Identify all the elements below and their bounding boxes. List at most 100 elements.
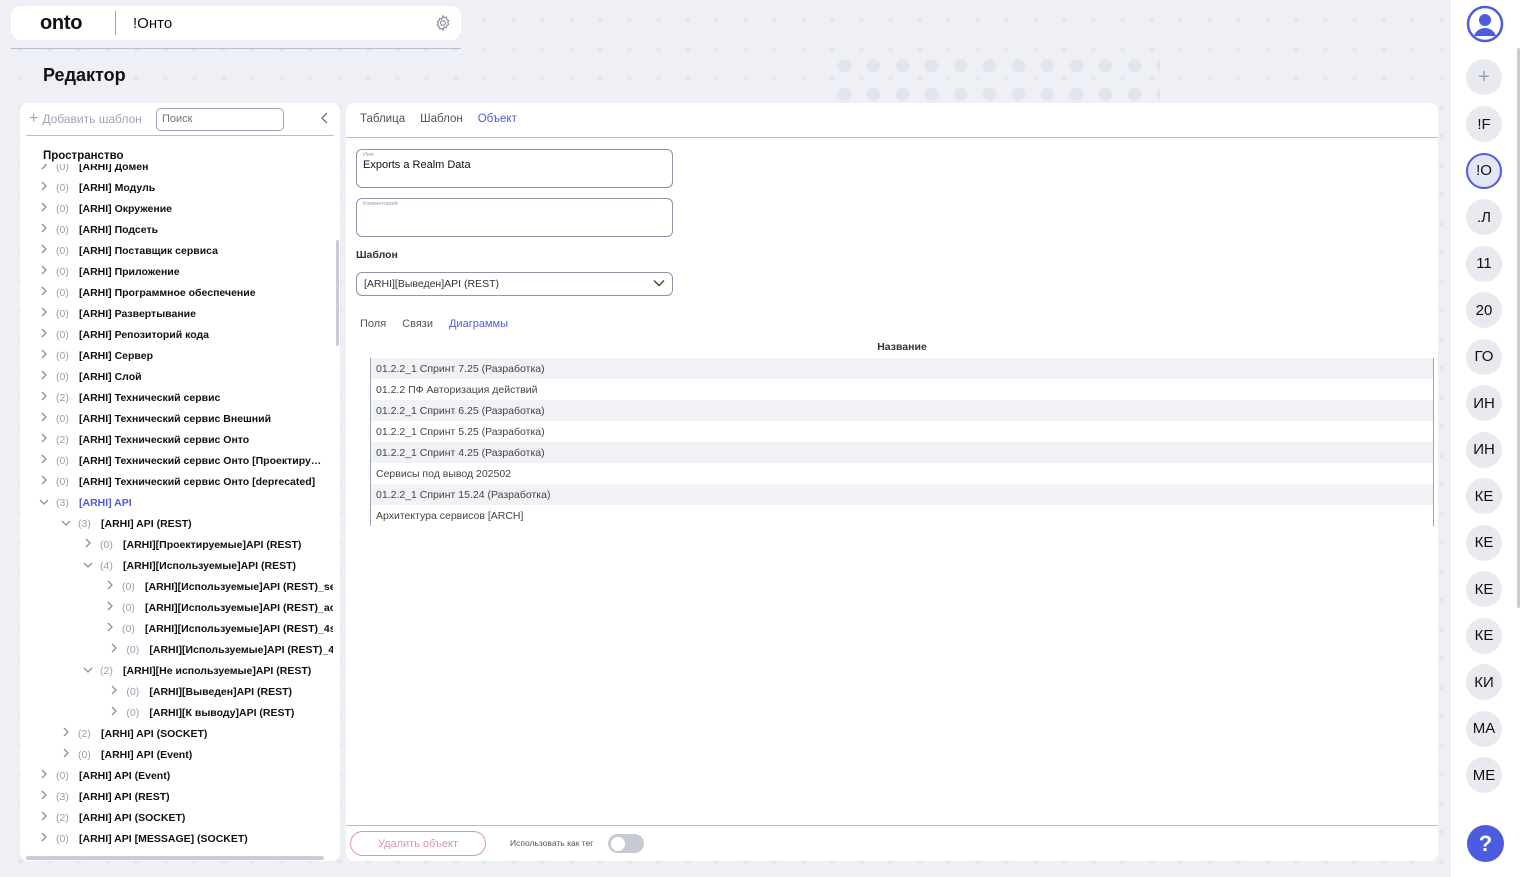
chevron-down-icon[interactable] <box>38 497 50 509</box>
chevron-right-icon[interactable] <box>38 475 50 488</box>
tree-item[interactable]: (2) [ARHI] Технический сервис <box>38 387 220 408</box>
chevron-right-icon[interactable] <box>108 706 120 719</box>
chevron-right-icon[interactable] <box>38 223 50 236</box>
table-row[interactable]: 01.2.2_1 Спринт 4.25 (Разработка) <box>371 442 1433 463</box>
column-header-name[interactable]: Название <box>371 341 1433 353</box>
tree-item[interactable]: (0) [ARHI][Используемые]API (REST)_4secur… <box>104 618 333 639</box>
workspace-avatar[interactable]: 20 <box>1466 292 1502 328</box>
workspace-sidebar-scrollbar[interactable] <box>1517 48 1520 608</box>
tab-template[interactable]: Шаблон <box>420 113 463 125</box>
workspace-avatar[interactable]: КЕ <box>1466 571 1502 607</box>
workspace-avatar[interactable]: .Л <box>1466 199 1502 235</box>
workspace-avatar[interactable]: !O <box>1466 152 1502 189</box>
tree-item[interactable]: (2) [ARHI][Не используемые]API (REST) <box>82 660 311 681</box>
chevron-right-icon[interactable] <box>38 307 50 320</box>
tree-item[interactable]: (3) [ARHI] API <box>38 492 132 513</box>
tree-item[interactable]: (0) [ARHI] Окружение <box>38 198 172 219</box>
tree-item[interactable]: (0) [ARHI] API [MESSAGE] (SOCKET) <box>38 828 248 849</box>
chevron-left-icon[interactable] <box>320 111 330 127</box>
chevron-right-icon[interactable] <box>108 685 120 698</box>
tree-item[interactable]: (0) [ARHI] Репозиторий кода <box>38 324 209 345</box>
chevron-down-icon[interactable] <box>60 518 72 530</box>
tree-item[interactable]: (0) [ARHI][Используемые]API (REST)_4ref <box>108 639 333 660</box>
chevron-right-icon[interactable] <box>38 790 50 803</box>
tab-table[interactable]: Таблица <box>360 113 405 125</box>
tree-scrollbar[interactable] <box>336 240 339 346</box>
tree-item[interactable]: (0) [ARHI] Подсеть <box>38 219 158 240</box>
table-row[interactable]: 01.2.2_1 Спринт 7.25 (Разработка) <box>371 358 1433 379</box>
workspace-avatar[interactable]: КИ <box>1466 664 1502 700</box>
chevron-right-icon[interactable] <box>38 811 50 824</box>
tree-item[interactable]: (0) [ARHI] Технический сервис Онто [depre… <box>38 471 315 492</box>
tree-item[interactable]: (4) [ARHI][Используемые]API (REST) <box>82 555 296 576</box>
name-field[interactable]: Имя Exports a Realm Data <box>356 149 673 188</box>
workspace-avatar[interactable]: МЕ <box>1466 757 1502 793</box>
workspace-avatar[interactable]: ГО <box>1466 338 1502 375</box>
workspace-avatar[interactable]: КЕ <box>1466 617 1502 654</box>
chevron-right-icon[interactable] <box>38 370 50 383</box>
use-as-tag-toggle[interactable] <box>608 834 644 853</box>
tree-item[interactable]: (0) [ARHI] Развертывание <box>38 303 196 324</box>
chevron-right-icon[interactable] <box>38 433 50 446</box>
workspace-avatar[interactable]: КЕ <box>1466 524 1502 561</box>
chevron-right-icon[interactable] <box>38 412 50 425</box>
chevron-right-icon[interactable] <box>108 643 120 656</box>
tree-item[interactable]: (2) [ARHI] Технический сервис Онто <box>38 429 249 450</box>
tree-horizontal-scrollbar[interactable] <box>26 856 324 860</box>
chevron-right-icon[interactable] <box>38 349 50 362</box>
chevron-right-icon[interactable] <box>38 391 50 404</box>
tree-item[interactable]: (0) [ARHI][Выведен]API (REST) <box>108 681 292 702</box>
table-row[interactable]: 01.2.2_1 Спринт 15.24 (Разработка) <box>371 484 1433 505</box>
search-input[interactable] <box>156 107 284 131</box>
tree-item[interactable]: (0) [ARHI] Домен <box>38 164 148 177</box>
tree-item[interactable]: (0) [ARHI][Используемые]API (REST)_securi… <box>104 576 333 597</box>
chevron-right-icon[interactable] <box>38 202 50 215</box>
tree-item[interactable]: (0) [ARHI] Поставщик сервиса <box>38 240 218 261</box>
chevron-down-icon[interactable] <box>82 665 94 677</box>
tree-item[interactable]: (0) [ARHI] Технический сервис Внешний <box>38 408 271 429</box>
chevron-right-icon[interactable] <box>38 832 50 845</box>
user-avatar-icon[interactable] <box>1466 5 1504 43</box>
chevron-right-icon[interactable] <box>38 769 50 782</box>
tree-item[interactable]: (0) [ARHI] Слой <box>38 366 142 387</box>
chevron-right-icon[interactable] <box>38 454 50 467</box>
tree-item[interactable]: (2) [ARHI] API (SOCKET) <box>38 807 185 828</box>
help-button[interactable]: ? <box>1467 825 1504 862</box>
template-select[interactable]: [ARHI][Выведен]API (REST) <box>356 272 673 296</box>
chevron-right-icon[interactable] <box>60 748 72 761</box>
tree-item[interactable]: (0) [ARHI][К выводу]API (REST) <box>108 702 294 723</box>
tree-item[interactable]: (3) [ARHI] API (REST) <box>38 786 170 807</box>
table-row[interactable]: Архитектура сервисов [ARCH] <box>371 505 1433 526</box>
tree-item[interactable]: (0) [ARHI] Приложение <box>38 261 180 282</box>
subtab-links[interactable]: Связи <box>402 318 433 330</box>
tree-item[interactable]: (0) [ARHI] Сервер <box>38 345 153 366</box>
chevron-right-icon[interactable] <box>82 538 94 551</box>
chevron-right-icon[interactable] <box>104 622 116 635</box>
logo[interactable]: onto <box>40 12 115 35</box>
tree-item[interactable]: (0) [ARHI] Технический сервис Онто [Проек… <box>38 450 321 471</box>
chevron-right-icon[interactable] <box>38 265 50 278</box>
workspace-avatar[interactable]: ИН <box>1466 431 1502 468</box>
tree-item[interactable]: (0) [ARHI] Программное обеспечение <box>38 282 256 303</box>
chevron-right-icon[interactable] <box>38 164 50 173</box>
chevron-right-icon[interactable] <box>104 580 116 593</box>
workspace-avatar[interactable]: КЕ <box>1466 478 1502 514</box>
chevron-right-icon[interactable] <box>38 181 50 194</box>
tree-item[interactable]: (0) [ARHI][Используемые]API (REST)_actual <box>104 597 333 618</box>
subtab-diagrams[interactable]: Диаграммы <box>449 318 508 330</box>
table-row[interactable]: 01.2.2_1 Спринт 5.25 (Разработка) <box>371 421 1433 442</box>
workspace-avatar[interactable]: !F <box>1466 106 1502 142</box>
add-workspace-button[interactable]: + <box>1466 59 1502 95</box>
add-template-button[interactable]: + Добавить шаблон <box>29 111 156 127</box>
workspace-avatar[interactable]: 11 <box>1466 245 1502 282</box>
tree-item[interactable]: (0) [ARHI] API (Event) <box>60 744 192 765</box>
comment-field[interactable]: Комментарий <box>356 198 673 237</box>
table-row[interactable]: 01.2.2_1 Спринт 6.25 (Разработка) <box>371 400 1433 421</box>
table-row[interactable]: 01.2.2 ПФ Авторизация действий <box>371 379 1433 400</box>
tree-item[interactable]: (0) [ARHI] API (Event) <box>38 765 170 786</box>
workspace-avatar[interactable]: МА <box>1466 710 1502 747</box>
chevron-right-icon[interactable] <box>38 328 50 341</box>
table-row[interactable]: Сервисы под вывод 202502 <box>371 463 1433 484</box>
tab-object[interactable]: Объект <box>478 113 517 125</box>
chevron-right-icon[interactable] <box>38 286 50 299</box>
